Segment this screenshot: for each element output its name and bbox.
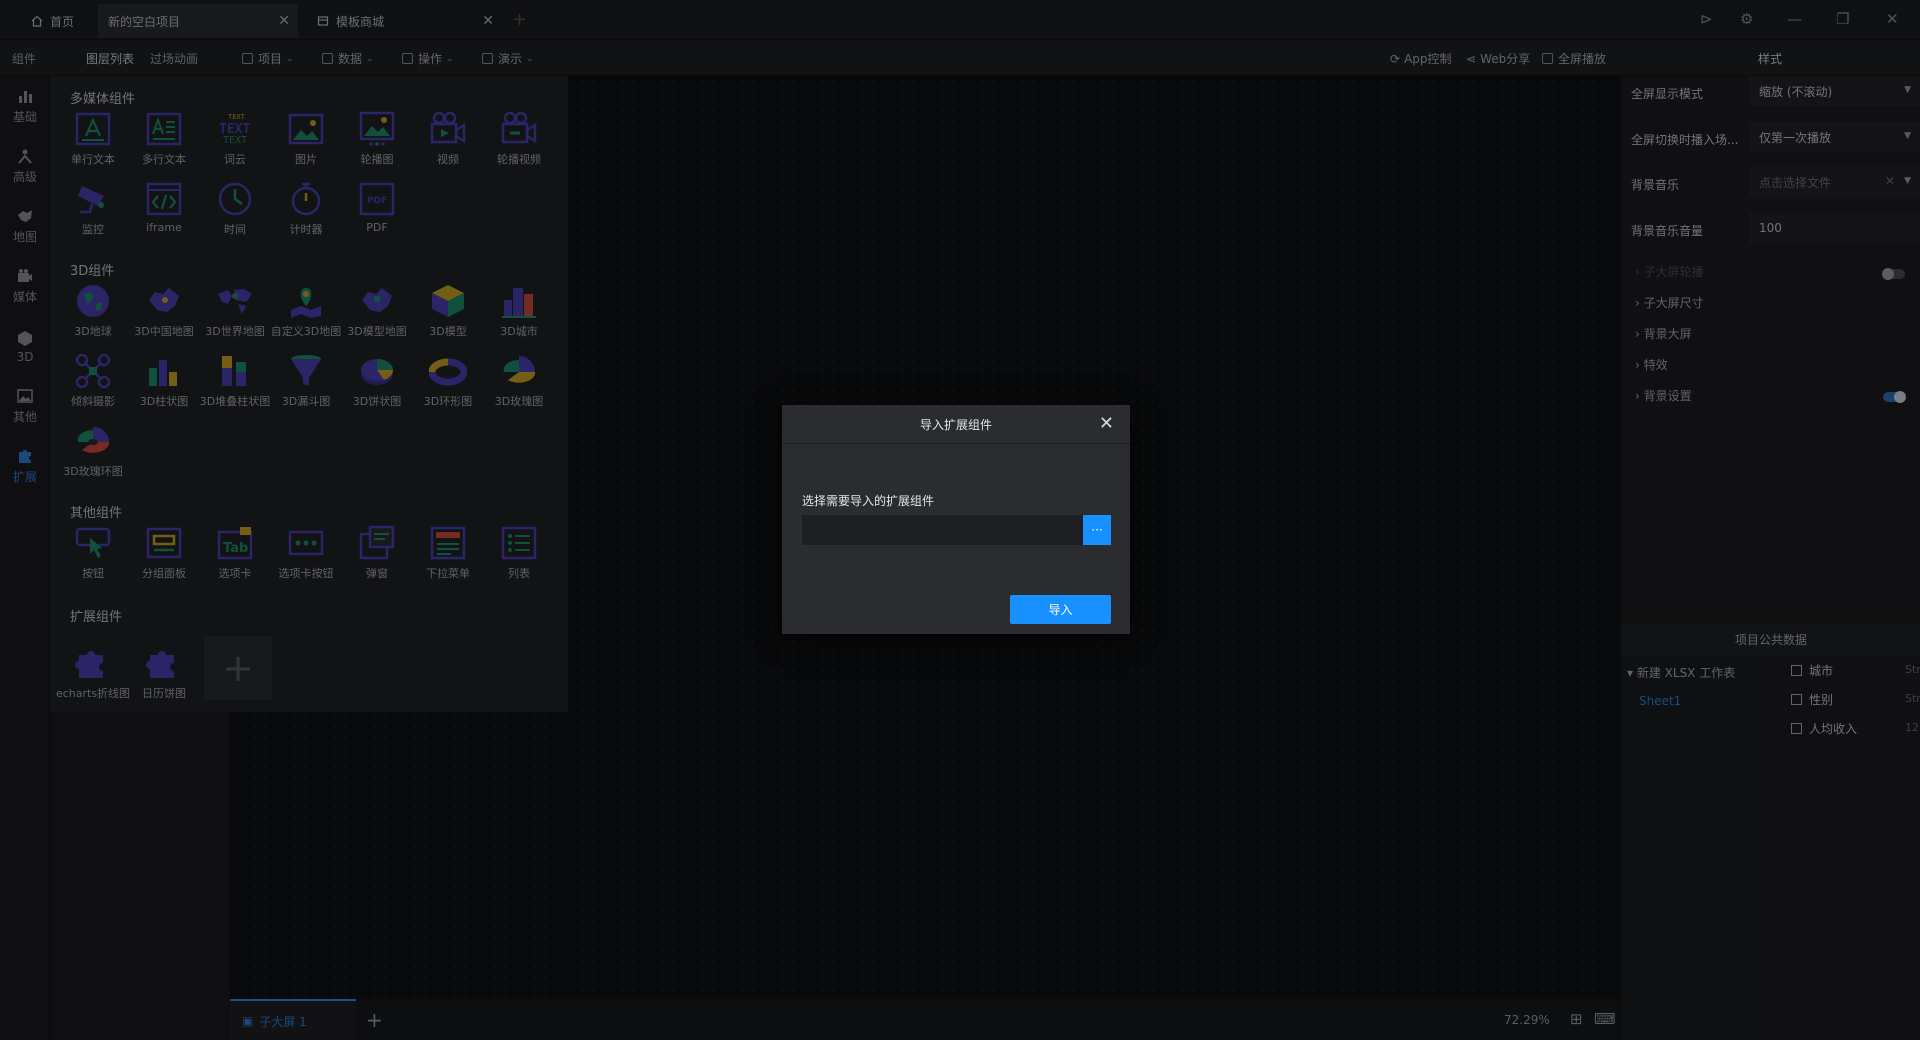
close-icon[interactable]: ✕ bbox=[1099, 415, 1114, 433]
browse-button[interactable]: ··· bbox=[1083, 515, 1111, 545]
extension-file-input[interactable] bbox=[802, 515, 1083, 545]
import-button[interactable]: 导入 bbox=[1010, 595, 1111, 624]
dialog-title: 导入扩展组件 bbox=[919, 417, 992, 432]
import-extension-dialog: 导入扩展组件 ✕ 选择需要导入的扩展组件 ··· 导入 bbox=[782, 405, 1130, 634]
dialog-header: 导入扩展组件 bbox=[782, 405, 1130, 444]
dialog-label: 选择需要导入的扩展组件 bbox=[802, 494, 935, 508]
